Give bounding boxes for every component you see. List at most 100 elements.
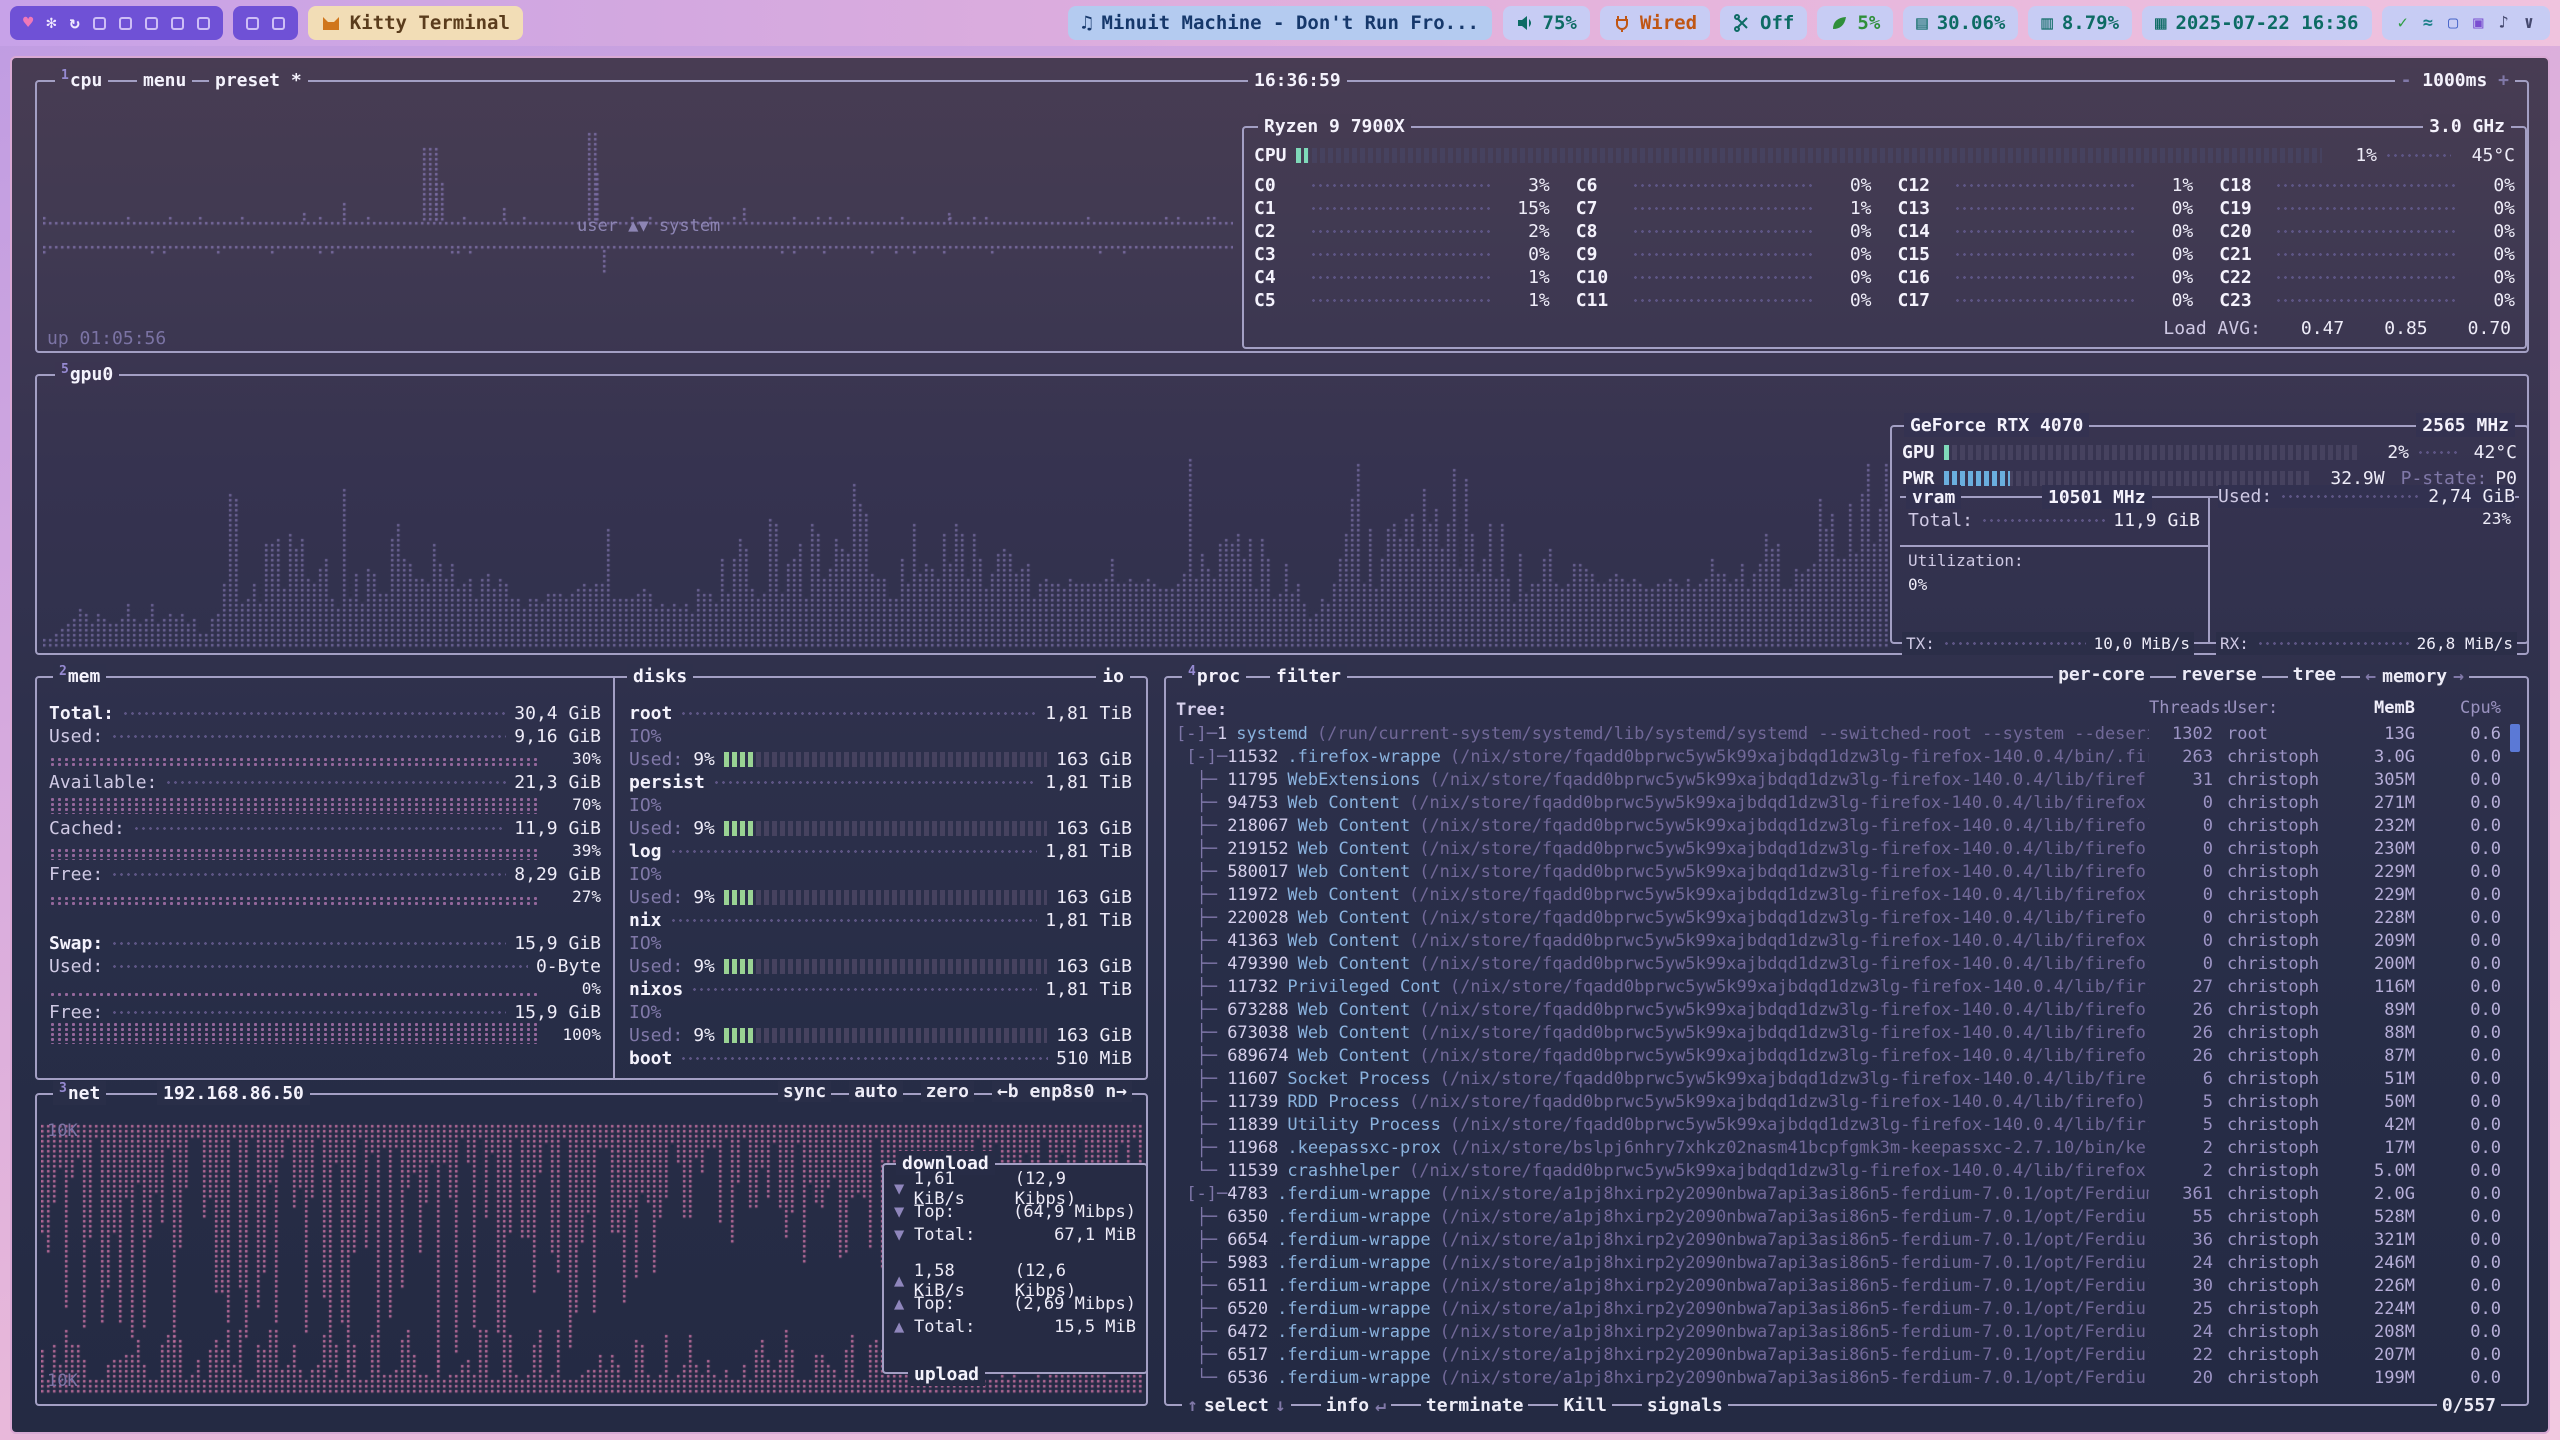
proc-sort-selector[interactable]: ← memory → bbox=[2360, 664, 2469, 688]
proc-scrollbar[interactable] bbox=[2510, 724, 2520, 752]
disk-io-row: IO% bbox=[629, 932, 1132, 955]
proc-controls: per-core reverse tree bbox=[2053, 664, 2341, 685]
proc-action-signals[interactable]: signals bbox=[1642, 1394, 1728, 1417]
workspace-icon[interactable] bbox=[145, 17, 158, 30]
tray-icon-5[interactable]: ∨ bbox=[2524, 13, 2534, 33]
sort-right-arrow[interactable]: → bbox=[2453, 666, 2464, 687]
module-clock[interactable]: ▦2025-07-22 16:36 bbox=[2142, 6, 2371, 40]
process-row[interactable]: ├─ 11968.keepassxc-prox(/nix/store/bslpj… bbox=[1176, 1136, 2501, 1159]
vram-used-pct: 23% bbox=[2482, 509, 2511, 528]
gpu-panel-title[interactable]: 5gpu0 bbox=[55, 362, 119, 386]
process-row[interactable]: └─ 6536.ferdium-wrappe(/nix/store/a1pj8h… bbox=[1176, 1366, 2501, 1389]
process-row[interactable]: ├─ 41363Web Content(/nix/store/fqadd0bpr… bbox=[1176, 929, 2501, 952]
update-interval[interactable]: - 1000ms + bbox=[2395, 68, 2515, 92]
refresh-icon[interactable]: ↻ bbox=[70, 13, 80, 33]
disks-io-toggle[interactable]: io bbox=[1096, 664, 1130, 688]
ip-address: 192.168.86.50 bbox=[157, 1081, 310, 1105]
process-row[interactable]: ├─ 580017Web Content(/nix/store/fqadd0bp… bbox=[1176, 860, 2501, 883]
proc-control-reverse[interactable]: reverse bbox=[2176, 664, 2262, 685]
workspace-icon[interactable] bbox=[197, 17, 210, 30]
interval-minus-button[interactable]: - bbox=[2401, 70, 2412, 91]
process-row[interactable]: ├─ 673038Web Content(/nix/store/fqadd0bp… bbox=[1176, 1021, 2501, 1044]
proc-action-Kill[interactable]: Kill bbox=[1558, 1394, 1611, 1417]
module-bluetooth[interactable]: Off bbox=[1720, 6, 1807, 40]
core-row: C130% bbox=[1898, 197, 2194, 220]
tray-icon-3[interactable]: ▣ bbox=[2473, 13, 2483, 33]
system-tray[interactable]: ✓ ≈ ▢ ▣ ♪ ∨ bbox=[2382, 6, 2551, 40]
proc-action-terminate[interactable]: terminate bbox=[1421, 1394, 1529, 1417]
disks-title[interactable]: disks bbox=[627, 664, 693, 688]
module-disk[interactable]: ▥8.79% bbox=[2028, 6, 2132, 40]
net-sync-toggle[interactable]: sync bbox=[778, 1081, 831, 1102]
process-row[interactable]: [-]─11532.firefox-wrappe(/nix/store/fqad… bbox=[1176, 745, 2501, 768]
workspace-icon[interactable] bbox=[272, 17, 285, 30]
process-row[interactable]: ├─ 220028Web Content(/nix/store/fqadd0bp… bbox=[1176, 906, 2501, 929]
process-row[interactable]: ├─ 6472.ferdium-wrappe(/nix/store/a1pj8h… bbox=[1176, 1320, 2501, 1343]
process-row[interactable]: ├─ 689674Web Content(/nix/store/fqadd0bp… bbox=[1176, 1044, 2501, 1067]
process-row[interactable]: ├─ 11739RDD Process(/nix/store/fqadd0bpr… bbox=[1176, 1090, 2501, 1113]
process-row[interactable]: ├─ 218067Web Content(/nix/store/fqadd0bp… bbox=[1176, 814, 2501, 837]
tray-icon-1[interactable]: ≈ bbox=[2423, 13, 2433, 33]
core-row: C140% bbox=[1898, 220, 2194, 243]
workspace-icon[interactable] bbox=[93, 17, 106, 30]
process-row[interactable]: ├─ 6517.ferdium-wrappe(/nix/store/a1pj8h… bbox=[1176, 1343, 2501, 1366]
workspaces[interactable]: ♥ ✻ ↻ bbox=[10, 6, 223, 40]
disk-used-row: Used:9%163 GiB bbox=[629, 886, 1132, 909]
net-zero-toggle[interactable]: zero bbox=[921, 1081, 974, 1102]
proc-control-tree[interactable]: tree bbox=[2288, 664, 2341, 685]
net-interface-selector[interactable]: ←b enp8s0 n→ bbox=[992, 1081, 1132, 1102]
proc-control-per-core[interactable]: per-core bbox=[2053, 664, 2150, 685]
media-title: Minuit Machine - Don't Run Fro... bbox=[1101, 12, 1479, 34]
workspace-icon[interactable] bbox=[119, 17, 132, 30]
heart-icon[interactable]: ♥ bbox=[23, 13, 33, 33]
cpu-max-freq: 3.0 GHz bbox=[2423, 114, 2511, 138]
net-panel-title[interactable]: 3net bbox=[53, 1081, 106, 1105]
process-row[interactable]: ├─ 673288Web Content(/nix/store/fqadd0bp… bbox=[1176, 998, 2501, 1021]
workspace-icon[interactable] bbox=[246, 17, 259, 30]
process-row[interactable]: ├─ 94753Web Content(/nix/store/fqadd0bpr… bbox=[1176, 791, 2501, 814]
process-row[interactable]: [-]─1systemd(/run/current-system/systemd… bbox=[1176, 722, 2501, 745]
tray-icon-2[interactable]: ▢ bbox=[2448, 13, 2458, 33]
mem-panel-title[interactable]: 2mem bbox=[53, 664, 106, 688]
cpu-panel-title[interactable]: 1cpu bbox=[55, 68, 108, 92]
net-auto-toggle[interactable]: auto bbox=[849, 1081, 902, 1102]
cpu-panel: 1cpu menu preset * 16:36:59 - 1000ms + u… bbox=[35, 80, 2529, 353]
cpu-model: Ryzen 9 7900X bbox=[1258, 114, 1411, 138]
process-row[interactable]: ├─ 6520.ferdium-wrappe(/nix/store/a1pj8h… bbox=[1176, 1297, 2501, 1320]
tray-icon-0[interactable]: ✓ bbox=[2398, 13, 2408, 33]
preset-button[interactable]: preset * bbox=[209, 68, 308, 92]
module-memory[interactable]: ▤30.06% bbox=[1903, 6, 2018, 40]
module-network[interactable]: Wired bbox=[1600, 6, 1710, 40]
process-row[interactable]: ├─ 219152Web Content(/nix/store/fqadd0bp… bbox=[1176, 837, 2501, 860]
process-row[interactable]: ├─ 5983.ferdium-wrappe(/nix/store/a1pj8h… bbox=[1176, 1251, 2501, 1274]
process-row[interactable]: ├─ 11972Web Content(/nix/store/fqadd0bpr… bbox=[1176, 883, 2501, 906]
core-row: C160% bbox=[1898, 266, 2194, 289]
module-volume[interactable]: 75% bbox=[1503, 6, 1590, 40]
filter-button[interactable]: filter bbox=[1270, 664, 1347, 688]
process-row[interactable]: ├─ 6350.ferdium-wrappe(/nix/store/a1pj8h… bbox=[1176, 1205, 2501, 1228]
process-row[interactable]: ├─ 11607Socket Process(/nix/store/fqadd0… bbox=[1176, 1067, 2501, 1090]
interval-plus-button[interactable]: + bbox=[2498, 70, 2509, 91]
tray-icon-4[interactable]: ♪ bbox=[2499, 13, 2509, 33]
proc-action-select[interactable]: ↑select↓ bbox=[1182, 1394, 1291, 1417]
process-row[interactable]: └─ 11539crashhelper(/nix/store/fqadd0bpr… bbox=[1176, 1159, 2501, 1182]
core-row: C80% bbox=[1576, 220, 1872, 243]
proc-panel-title[interactable]: 4proc bbox=[1182, 664, 1246, 688]
process-row[interactable]: ├─ 479390Web Content(/nix/store/fqadd0bp… bbox=[1176, 952, 2501, 975]
nix-icon[interactable]: ✻ bbox=[46, 13, 56, 33]
module-cpu[interactable]: 5% bbox=[1817, 6, 1893, 40]
window-title-button[interactable]: Kitty Terminal bbox=[308, 6, 523, 40]
proc-action-info[interactable]: info↵ bbox=[1321, 1394, 1391, 1417]
sort-left-arrow[interactable]: ← bbox=[2365, 666, 2376, 687]
process-row[interactable]: ├─ 11732Privileged Cont(/nix/store/fqadd… bbox=[1176, 975, 2501, 998]
process-row[interactable]: ├─ 6511.ferdium-wrappe(/nix/store/a1pj8h… bbox=[1176, 1274, 2501, 1297]
workspace-icon[interactable] bbox=[171, 17, 184, 30]
media-player[interactable]: ♫ Minuit Machine - Don't Run Fro... bbox=[1068, 6, 1492, 40]
process-row[interactable]: ├─ 6654.ferdium-wrappe(/nix/store/a1pj8h… bbox=[1176, 1228, 2501, 1251]
window-title: Kitty Terminal bbox=[350, 12, 510, 34]
process-row[interactable]: ├─ 11839Utility Process(/nix/store/fqadd… bbox=[1176, 1113, 2501, 1136]
menu-button[interactable]: menu bbox=[137, 68, 192, 92]
workspaces-secondary[interactable] bbox=[233, 6, 298, 40]
process-row[interactable]: [-]─4783.ferdium-wrappe(/nix/store/a1pj8… bbox=[1176, 1182, 2501, 1205]
process-row[interactable]: ├─ 11795WebExtensions(/nix/store/fqadd0b… bbox=[1176, 768, 2501, 791]
